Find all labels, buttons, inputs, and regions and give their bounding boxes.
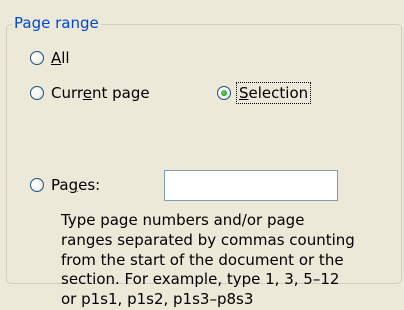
- radio-current-page-label[interactable]: Current page: [51, 84, 150, 102]
- pages-input[interactable]: [164, 170, 338, 201]
- page-range-title: Page range: [12, 12, 101, 34]
- page-range-hint: Type page numbers and/or page ranges sep…: [61, 211, 401, 310]
- radio-selected-dot-icon: [221, 90, 227, 96]
- radio-selection[interactable]: Selection: [217, 82, 312, 104]
- hint-line: Type page numbers and/or page: [61, 211, 305, 229]
- radio-selection-label[interactable]: Selection: [235, 82, 312, 104]
- hint-line: or p1s1, p1s2, p1s3–p8s3: [61, 290, 254, 309]
- hint-line: section. For example, type 1, 3, 5–12: [61, 270, 340, 289]
- radio-current-page[interactable]: Current page: [30, 82, 150, 104]
- hint-line: from the start of the document or the: [61, 250, 344, 269]
- radio-pages-icon[interactable]: [30, 178, 44, 192]
- radio-pages-label[interactable]: Pages:: [51, 176, 100, 194]
- radio-all[interactable]: All: [30, 47, 70, 69]
- radio-pages[interactable]: Pages:: [30, 174, 100, 196]
- radio-selection-icon[interactable]: [217, 86, 231, 100]
- radio-all-icon[interactable]: [30, 51, 44, 65]
- hint-line: ranges separated by commas counting: [61, 230, 355, 249]
- radio-current-page-icon[interactable]: [30, 86, 44, 100]
- radio-all-label[interactable]: All: [51, 49, 70, 67]
